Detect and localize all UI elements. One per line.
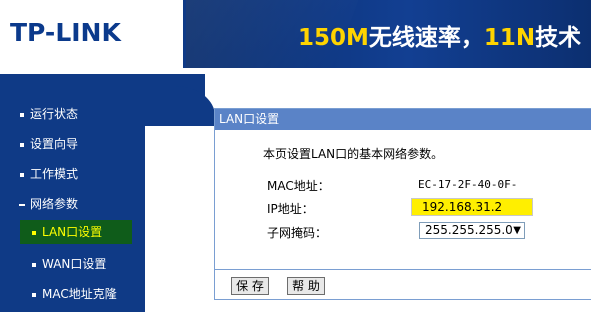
subnet-label: 子网掩码： [267, 226, 328, 240]
sidebar-nav: 运行状态 设置向导 工作模式 网络参数 LAN口设置 WAN口设置 MAC地址克… [0, 74, 145, 312]
tp-link-logo: TP-LINK [10, 18, 121, 47]
sidebar-item-mac-clone[interactable]: MAC地址克隆 [32, 282, 117, 306]
bullet-icon [20, 172, 24, 177]
panel-divider [215, 269, 591, 270]
save-button[interactable]: 保 存 [231, 277, 269, 295]
lan-settings-panel: LAN口设置 本页设置LAN口的基本网络参数。 MAC地址： EC-17-2F-… [214, 108, 591, 300]
subnet-mask-value: 255.255.255.0 [425, 223, 513, 237]
sidebar-item-network[interactable]: 网络参数 [19, 192, 78, 216]
sidebar-item-wizard[interactable]: 设置向导 [20, 132, 78, 156]
dropdown-arrow-icon: ▼ [513, 225, 521, 236]
panel-title: LAN口设置 [215, 109, 591, 130]
mac-label: MAC地址： [267, 179, 330, 193]
sidebar-item-wan[interactable]: WAN口设置 [32, 252, 106, 276]
header: TP-LINK 150M无线速率，11N技术 [0, 0, 591, 68]
header-banner: 150M无线速率，11N技术 [186, 0, 591, 68]
logo-area: TP-LINK [0, 0, 183, 68]
sidebar-item-work-mode[interactable]: 工作模式 [20, 162, 78, 186]
bullet-icon [32, 230, 36, 235]
help-button[interactable]: 帮 助 [287, 277, 325, 295]
panel-description: 本页设置LAN口的基本网络参数。 [263, 147, 444, 161]
bullet-icon [32, 262, 36, 267]
sidebar-item-lan[interactable]: LAN口设置 [20, 220, 132, 244]
subnet-mask-select[interactable]: 255.255.255.0 ▼ [419, 222, 525, 239]
ip-label: IP地址： [267, 202, 314, 216]
banner-slogan: 150M无线速率，11N技术 [298, 25, 582, 51]
ip-address-input[interactable]: 192.168.31.2 [411, 198, 533, 216]
mac-value: EC-17-2F-40-0F- [418, 178, 518, 191]
sidebar-item-status[interactable]: 运行状态 [20, 102, 78, 126]
bullet-icon [20, 112, 24, 117]
expanded-dash-icon [19, 203, 25, 206]
bullet-icon [20, 142, 24, 147]
bullet-icon [32, 292, 36, 297]
